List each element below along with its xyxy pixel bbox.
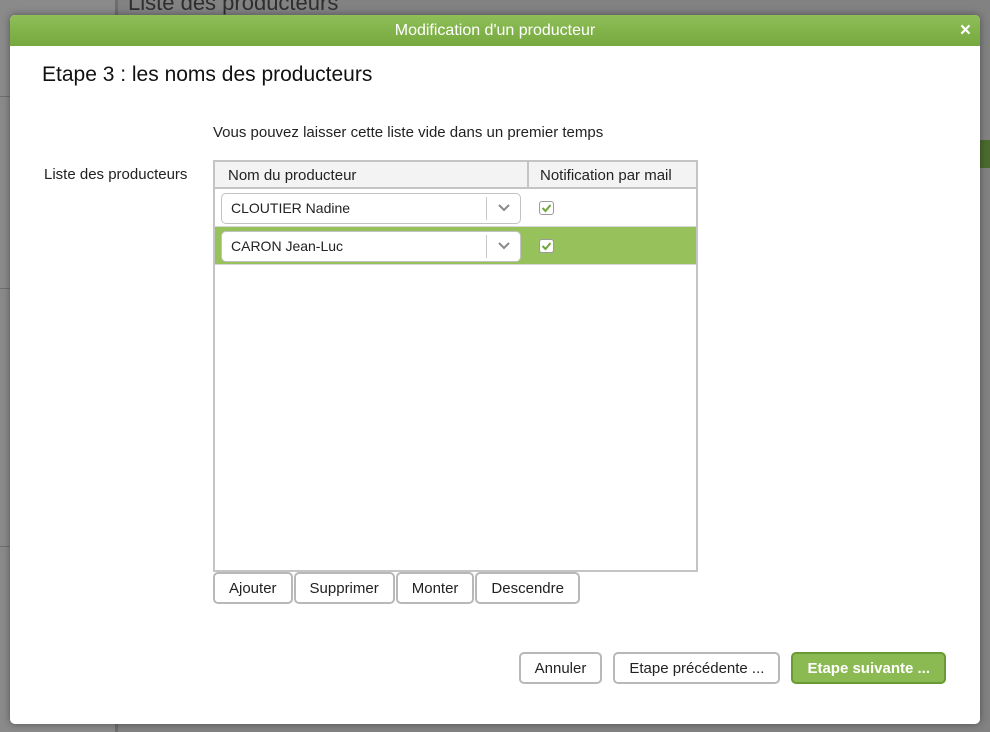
producer-list-label: Liste des producteurs	[44, 166, 188, 183]
background-page-title: Liste des producteurs	[128, 0, 339, 15]
edit-producer-dialog: Modification d'un producteur × Etape 3 :…	[10, 15, 980, 724]
grid-header: Nom du producteur Notification par mail	[215, 162, 696, 189]
step-heading: Etape 3 : les noms des producteurs	[42, 63, 373, 86]
producer-name-combobox[interactable]: CARON Jean-Luc	[221, 231, 521, 262]
close-icon[interactable]: ×	[960, 15, 971, 46]
remove-button[interactable]: Supprimer	[293, 572, 395, 604]
dialog-title: Modification d'un producteur	[394, 22, 596, 39]
move-up-button[interactable]: Monter	[395, 572, 475, 604]
previous-step-button[interactable]: Etape précédente ...	[613, 652, 781, 684]
chevron-down-icon[interactable]	[497, 241, 511, 251]
next-step-button[interactable]: Etape suivante ...	[791, 652, 946, 684]
producer-grid: Nom du producteur Notification par mail …	[213, 160, 698, 572]
hint-text: Vous pouvez laisser cette liste vide dan…	[213, 124, 604, 141]
checkmark-icon	[541, 204, 552, 213]
dialog-footer: Annuler Etape précédente ... Etape suiva…	[518, 652, 946, 684]
dialog-titlebar: Modification d'un producteur ×	[10, 15, 980, 46]
producer-name-value: CLOUTIER Nadine	[231, 200, 351, 216]
table-row[interactable]: CLOUTIER Nadine	[215, 189, 696, 227]
column-header-notification[interactable]: Notification par mail	[529, 162, 696, 187]
table-row[interactable]: CARON Jean-Luc	[215, 227, 696, 265]
checkmark-icon	[541, 242, 552, 251]
combobox-separator	[486, 197, 487, 220]
cancel-button[interactable]: Annuler	[518, 652, 603, 684]
notification-checkbox[interactable]	[539, 201, 554, 215]
column-header-name[interactable]: Nom du producteur	[215, 162, 529, 187]
chevron-down-icon[interactable]	[497, 203, 511, 213]
add-button[interactable]: Ajouter	[213, 572, 293, 604]
move-down-button[interactable]: Descendre	[475, 572, 580, 604]
combobox-separator	[486, 235, 487, 258]
list-button-bar: Ajouter Supprimer Monter Descendre	[213, 572, 580, 604]
producer-name-combobox[interactable]: CLOUTIER Nadine	[221, 193, 521, 224]
notification-checkbox[interactable]	[539, 239, 554, 253]
producer-name-value: CARON Jean-Luc	[231, 238, 344, 254]
